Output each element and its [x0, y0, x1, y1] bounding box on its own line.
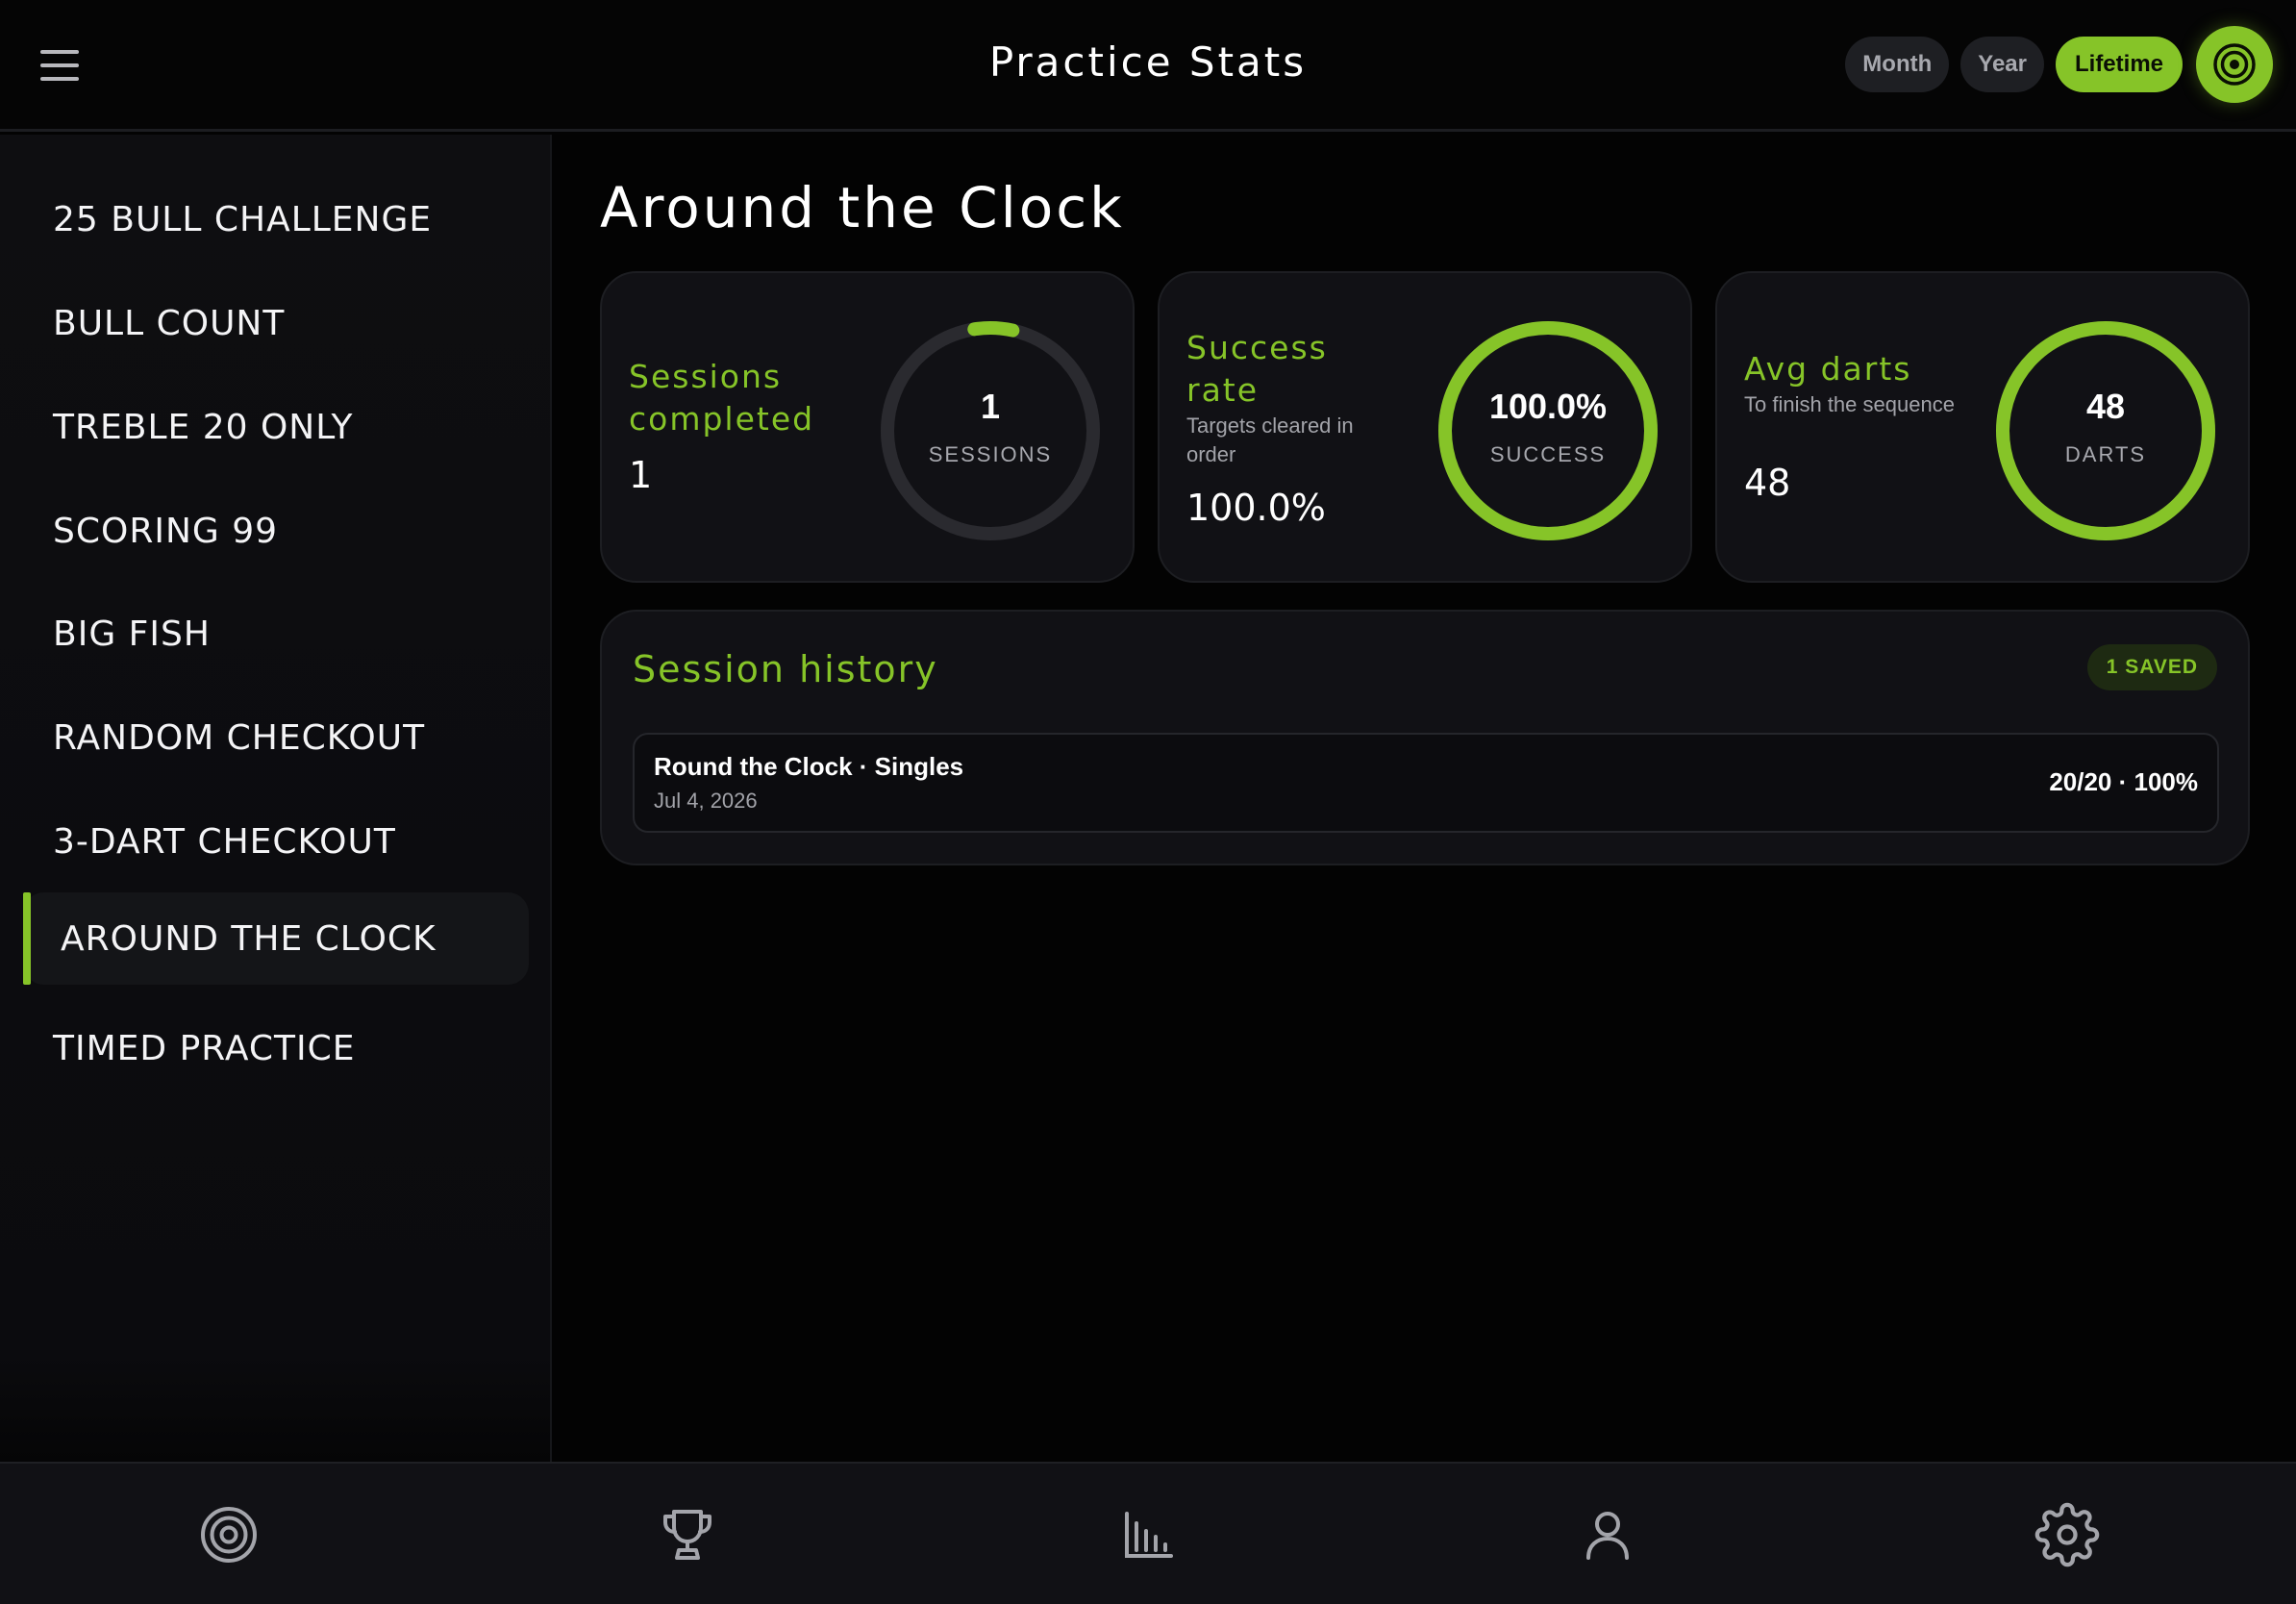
practice-mode-sidebar: 25 BULL CHALLENGE BULL COUNT TREBLE 20 O…: [0, 135, 552, 1462]
ring-progress-arc: [1996, 321, 2215, 540]
ring-unit-label: DARTS: [2064, 442, 2147, 466]
dartboard-icon[interactable]: [185, 1491, 273, 1579]
app-header: Practice Stats Month Year Lifetime: [0, 0, 2296, 132]
profile-icon[interactable]: [1563, 1491, 1652, 1579]
range-month-button[interactable]: Month: [1845, 37, 1950, 92]
sidebar-item-treble-20-only[interactable]: TREBLE 20 ONLY: [23, 381, 529, 473]
stat-label: Success: [1186, 329, 1328, 366]
page-title: Around the Clock: [600, 175, 1125, 240]
stat-value: 100.0%: [1186, 487, 1326, 529]
session-name: Round the Clock · Singles: [654, 752, 964, 781]
ring-value: 48: [2085, 387, 2126, 426]
bar-chart-icon[interactable]: [1104, 1491, 1192, 1579]
ring-unit-label: SUCCESS: [1489, 442, 1607, 466]
time-range-selector: Month Year Lifetime: [1845, 37, 2183, 92]
session-history-card: Session history 1 SAVED Round the Clock …: [600, 610, 2250, 865]
session-date: Jul 4, 2026: [654, 789, 758, 813]
stat-subtitle: To finish the sequence: [1744, 392, 1955, 416]
bottom-tab-bar: [0, 1462, 2296, 1604]
range-lifetime-button[interactable]: Lifetime: [2055, 37, 2183, 92]
section-title: Session history: [633, 648, 938, 690]
darts-progress-ring: [1996, 321, 2215, 540]
stat-card-avg-darts: Avg darts To finish the sequence 48 48 D…: [1715, 271, 2250, 583]
sidebar-item-3-dart-checkout[interactable]: 3-DART CHECKOUT: [23, 795, 529, 888]
sidebar-item-scoring-99[interactable]: SCORING 99: [23, 485, 529, 577]
sidebar-item-bull-count[interactable]: BULL COUNT: [23, 277, 529, 369]
sidebar-item-25-bull-challenge[interactable]: 25 BULL CHALLENGE: [23, 173, 529, 265]
stat-label: completed: [629, 400, 815, 438]
ring-unit-label: SESSIONS: [928, 442, 1053, 466]
session-row[interactable]: Round the Clock · Singles Jul 4, 2026 20…: [633, 733, 2219, 833]
ring-value: 1: [980, 387, 1001, 426]
stat-label: rate: [1186, 371, 1260, 409]
sidebar-item-big-fish[interactable]: BIG FISH: [23, 588, 529, 680]
trophy-icon[interactable]: [643, 1491, 732, 1579]
stat-label: Avg darts: [1744, 350, 1912, 388]
sessions-progress-ring: [881, 321, 1100, 540]
dartboard-icon[interactable]: [2196, 26, 2273, 103]
stat-card-success-rate: Success rate Targets cleared in order 10…: [1158, 271, 1692, 583]
ring-progress-arc: [881, 321, 1100, 540]
session-result: 20/20 · 100%: [2049, 767, 2198, 796]
ring-value: 100.0%: [1488, 387, 1608, 426]
stat-card-sessions: Sessions completed 1 1 SESSIONS: [600, 271, 1135, 583]
stat-subtitle: Targets cleared in order: [1186, 414, 1354, 466]
sidebar-item-random-checkout[interactable]: RANDOM CHECKOUT: [23, 691, 529, 784]
sidebar-item-around-the-clock[interactable]: AROUND THE CLOCK: [23, 892, 529, 985]
saved-count-badge: 1 SAVED: [2086, 644, 2217, 690]
success-progress-ring: [1438, 321, 1658, 540]
gear-icon[interactable]: [2023, 1491, 2111, 1579]
stat-value: 1: [629, 454, 653, 496]
range-year-button[interactable]: Year: [1960, 37, 2044, 92]
sidebar-item-timed-practice[interactable]: TIMED PRACTICE: [23, 1002, 529, 1094]
stat-label: Sessions: [629, 358, 783, 395]
stat-value: 48: [1744, 462, 1791, 504]
ring-progress-arc: [1438, 321, 1658, 540]
